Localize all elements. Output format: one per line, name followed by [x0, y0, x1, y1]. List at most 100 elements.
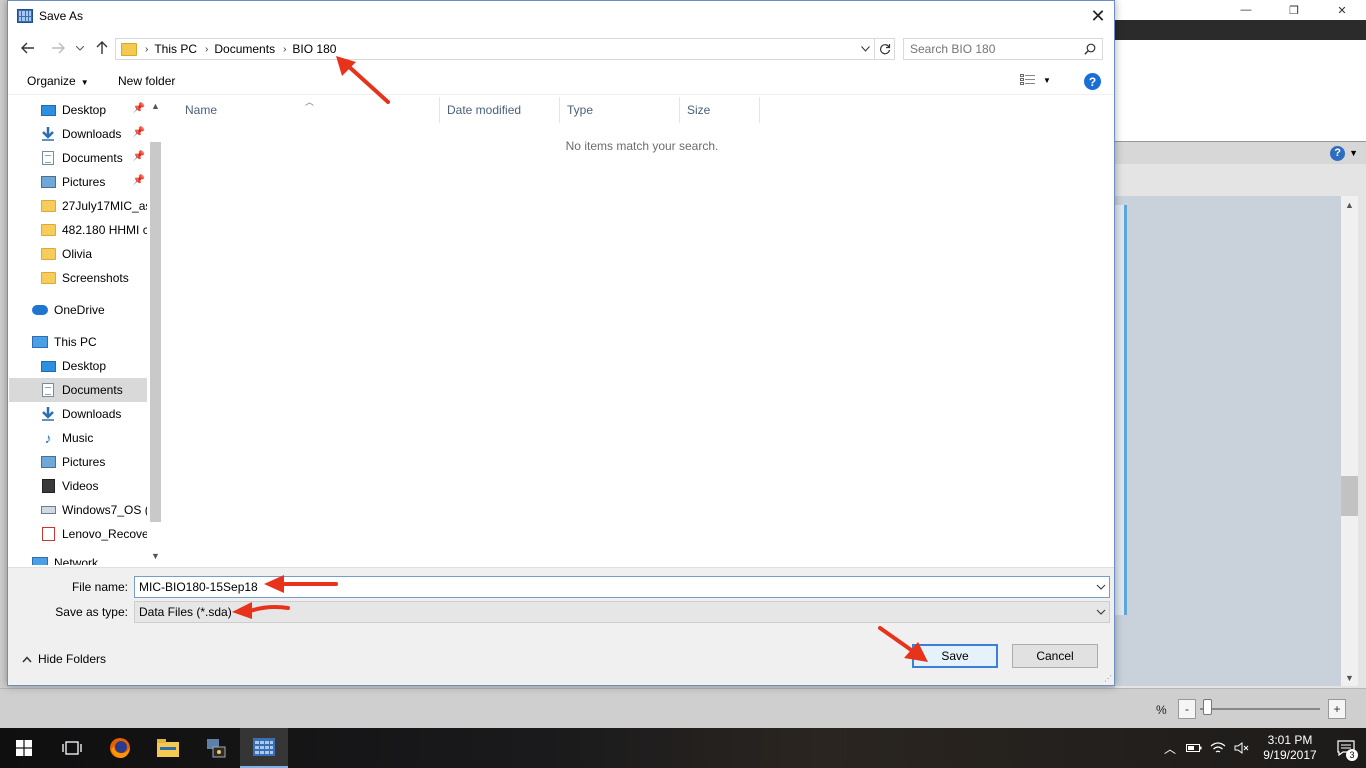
- battery-icon[interactable]: [1182, 728, 1206, 768]
- dialog-title-bar[interactable]: Save As ✕: [8, 1, 1114, 31]
- column-header-size[interactable]: Size: [680, 97, 760, 123]
- back-button[interactable]: [18, 39, 38, 57]
- wifi-icon[interactable]: [1206, 728, 1230, 768]
- nav-item-quick-downloads[interactable]: Downloads 📌: [9, 122, 147, 146]
- nav-label: Downloads: [62, 127, 122, 141]
- scroll-down-icon[interactable]: ▼: [1341, 669, 1358, 686]
- chevron-right-icon[interactable]: ›: [205, 44, 208, 55]
- nav-item-network[interactable]: Network: [9, 551, 147, 565]
- nav-item-pc-downloads[interactable]: Downloads: [9, 402, 147, 426]
- address-history-dropdown[interactable]: [856, 39, 874, 59]
- nav-item-onedrive[interactable]: OneDrive: [9, 298, 147, 322]
- file-explorer-taskbar-button[interactable]: [144, 728, 192, 768]
- refresh-button[interactable]: [875, 38, 895, 60]
- forward-button[interactable]: [48, 39, 68, 57]
- nav-item-pc-videos[interactable]: Videos: [9, 474, 147, 498]
- videos-icon: [40, 479, 56, 493]
- start-button[interactable]: [0, 728, 48, 768]
- nav-item-pc-desktop[interactable]: Desktop: [9, 354, 147, 378]
- search-box[interactable]: [903, 38, 1103, 60]
- background-help-bar: ? ▼: [1115, 142, 1366, 164]
- close-icon[interactable]: ✕: [1318, 0, 1366, 20]
- zoom-slider-track[interactable]: [1200, 708, 1320, 710]
- scrollbar-thumb[interactable]: [1341, 476, 1358, 516]
- address-bar[interactable]: › This PC › Documents › BIO 180: [115, 38, 875, 60]
- chevron-right-icon[interactable]: ›: [283, 44, 286, 55]
- scroll-up-icon[interactable]: ▲: [1341, 196, 1358, 213]
- breadcrumb-this-pc[interactable]: This PC: [154, 42, 197, 56]
- recent-locations-button[interactable]: [74, 39, 86, 57]
- breadcrumb-documents[interactable]: Documents: [214, 42, 275, 56]
- drive-icon: [40, 503, 56, 517]
- nav-item-folder-screenshots[interactable]: Screenshots: [9, 266, 147, 290]
- app-icon: [17, 9, 33, 23]
- scrollbar-thumb[interactable]: [150, 142, 161, 522]
- restore-icon[interactable]: ❐: [1270, 0, 1318, 20]
- folder-icon: [40, 271, 56, 285]
- task-view-button[interactable]: [48, 728, 96, 768]
- hide-folders-toggle[interactable]: Hide Folders: [22, 652, 106, 666]
- documents-icon: [40, 383, 56, 397]
- help-button[interactable]: ?: [1084, 73, 1101, 90]
- navigation-pane-scrollbar[interactable]: ▲ ▼: [148, 97, 163, 565]
- file-list[interactable]: ︿ Name Date modified Type Size No items …: [164, 97, 1114, 565]
- chevron-right-icon[interactable]: ›: [145, 44, 148, 55]
- nav-item-folder-27july17[interactable]: 27July17MIC_ass: [9, 194, 147, 218]
- pictures-icon: [40, 175, 56, 189]
- change-view-button[interactable]: ▼: [1020, 74, 1051, 86]
- column-header-type[interactable]: Type: [560, 97, 680, 123]
- file-name-input[interactable]: [139, 580, 1069, 594]
- lock-app-taskbar-button[interactable]: [192, 728, 240, 768]
- zoom-percent-label: %: [1156, 703, 1167, 717]
- recovery-drive-icon: [40, 527, 56, 541]
- new-folder-button[interactable]: New folder: [118, 74, 175, 88]
- file-name-field[interactable]: [134, 576, 1110, 598]
- firefox-taskbar-button[interactable]: [96, 728, 144, 768]
- firefox-icon: [110, 738, 130, 758]
- save-button[interactable]: Save: [912, 644, 998, 668]
- details-view-icon: [1020, 74, 1035, 85]
- nav-item-pc-recovery-drive[interactable]: Lenovo_Recover: [9, 522, 147, 546]
- nav-item-quick-documents[interactable]: Documents 📌: [9, 146, 147, 170]
- column-header-date-modified[interactable]: Date modified: [440, 97, 560, 123]
- nav-item-folder-olivia[interactable]: Olivia: [9, 242, 147, 266]
- nav-item-pc-documents[interactable]: Documents: [9, 378, 147, 402]
- cancel-button[interactable]: Cancel: [1012, 644, 1098, 668]
- taskbar-clock[interactable]: 3:01 PM 9/19/2017: [1254, 733, 1326, 763]
- chevron-down-icon: [1096, 584, 1106, 590]
- back-arrow-icon: [21, 42, 34, 54]
- column-header-name[interactable]: Name: [178, 97, 440, 123]
- organize-menu[interactable]: Organize ▼: [27, 74, 89, 88]
- zoom-slider-thumb[interactable]: [1203, 699, 1212, 715]
- nav-item-this-pc[interactable]: This PC: [9, 330, 147, 354]
- nav-item-quick-desktop[interactable]: Desktop 📌: [9, 98, 147, 122]
- action-center-button[interactable]: 3: [1326, 728, 1366, 768]
- nav-label: Lenovo_Recover: [62, 527, 147, 541]
- nav-item-quick-pictures[interactable]: Pictures 📌: [9, 170, 147, 194]
- nav-item-pc-pictures[interactable]: Pictures: [9, 450, 147, 474]
- resize-grip-icon[interactable]: ⋰: [1104, 674, 1112, 683]
- help-icon[interactable]: ?: [1330, 145, 1346, 161]
- volume-muted-icon[interactable]: [1230, 728, 1254, 768]
- background-vertical-scrollbar[interactable]: ▲ ▼: [1341, 196, 1358, 686]
- up-button[interactable]: [92, 39, 112, 57]
- breadcrumb-bio-180[interactable]: BIO 180: [292, 42, 336, 56]
- up-arrow-icon: [96, 41, 108, 54]
- background-document-area: [1115, 196, 1341, 686]
- save-as-dialog: Save As ✕ › This PC › Documents › BIO 18…: [7, 0, 1115, 686]
- chevron-down-icon: [1096, 609, 1106, 615]
- scroll-up-icon[interactable]: ▲: [148, 99, 163, 113]
- close-button[interactable]: ✕: [1082, 1, 1114, 31]
- zoom-in-button[interactable]: +: [1328, 699, 1346, 719]
- scroll-down-icon[interactable]: ▼: [148, 549, 163, 563]
- chevron-down-icon[interactable]: ▼: [1349, 148, 1358, 158]
- nav-item-pc-music[interactable]: ♪ Music: [9, 426, 147, 450]
- zoom-out-button[interactable]: -: [1178, 699, 1196, 719]
- minimize-icon[interactable]: —: [1222, 0, 1270, 20]
- chevron-up-icon[interactable]: ︿: [1158, 728, 1182, 768]
- data-app-taskbar-button[interactable]: [240, 728, 288, 768]
- nav-item-folder-482-180[interactable]: 482.180 HHMI cl: [9, 218, 147, 242]
- save-as-type-select[interactable]: Data Files (*.sda): [134, 601, 1110, 623]
- search-input[interactable]: [910, 42, 1080, 56]
- nav-item-pc-windows-drive[interactable]: Windows7_OS (C: [9, 498, 147, 522]
